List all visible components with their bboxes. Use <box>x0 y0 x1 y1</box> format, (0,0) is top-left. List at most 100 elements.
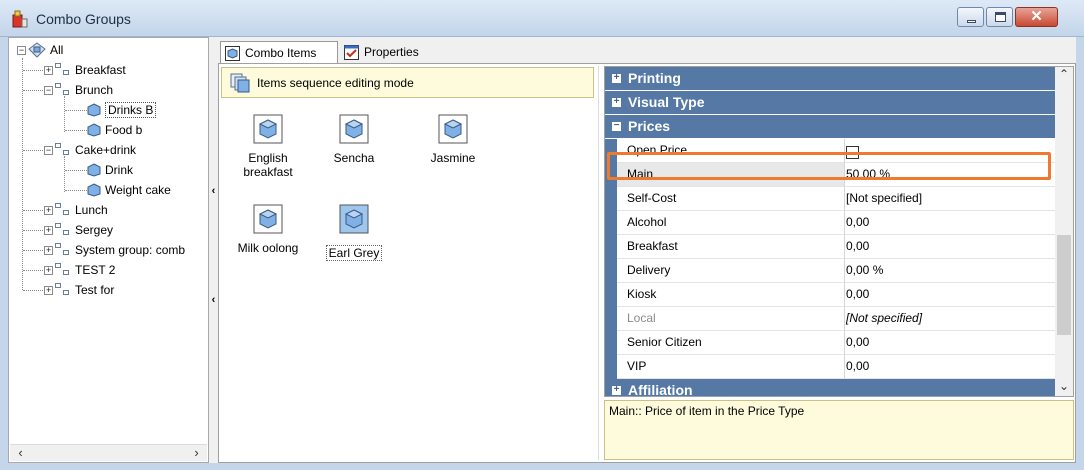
scroll-right-icon[interactable]: › <box>188 445 205 462</box>
group-icon <box>55 83 71 97</box>
category-label: Prices <box>628 118 671 134</box>
group-icon <box>55 283 71 297</box>
category-printing[interactable]: + Printing <box>605 67 1055 91</box>
groups-tree[interactable]: − All + Breakfast − Brunch Drinks B Food… <box>8 37 209 463</box>
app-icon <box>12 10 28 28</box>
expand-icon[interactable]: + <box>612 385 621 395</box>
tree-item-drinks-b[interactable]: Drinks B <box>87 100 157 120</box>
property-name: Breakfast <box>617 235 845 259</box>
collapse-left-icon[interactable]: ‹ <box>209 294 218 306</box>
property-row-breakfast[interactable]: Breakfast 0,00 <box>605 235 1055 259</box>
tree-item-all[interactable]: − All <box>17 40 63 60</box>
scrollbar-thumb[interactable] <box>1057 235 1071 335</box>
property-value[interactable]: 0,00 <box>845 331 1055 355</box>
tree-item-cake-drink[interactable]: − Cake+drink <box>44 140 136 160</box>
property-row-self-cost[interactable]: Self-Cost [Not specified] <box>605 187 1055 211</box>
collapse-icon[interactable]: − <box>44 85 53 95</box>
property-grid[interactable]: + Printing + Visual Type − Prices Open P… <box>604 66 1074 397</box>
combo-item-icon <box>87 183 101 197</box>
properties-icon <box>344 44 359 60</box>
scroll-down-icon[interactable]: ⌄ <box>1055 379 1073 396</box>
tree-item-test-2[interactable]: + TEST 2 <box>44 260 115 280</box>
tree-item-weight-cake[interactable]: Weight cake <box>87 180 171 200</box>
property-name: Self-Cost <box>617 187 845 211</box>
tree-horizontal-scrollbar[interactable]: ‹ › <box>10 444 207 461</box>
pane-splitter[interactable]: ‹ ‹ <box>209 37 218 463</box>
sequence-mode-toggle[interactable]: Items sequence editing mode <box>221 67 594 98</box>
minimize-button[interactable] <box>957 7 984 27</box>
group-icon <box>55 243 71 257</box>
property-value[interactable]: 0,00 % <box>845 259 1055 283</box>
close-button[interactable]: ✕ <box>1015 7 1058 27</box>
expand-icon[interactable]: + <box>44 285 53 295</box>
tree-item-label: Breakfast <box>75 63 126 77</box>
scroll-left-icon[interactable]: ‹ <box>12 445 29 462</box>
category-visual-type[interactable]: + Visual Type <box>605 91 1055 115</box>
tab-properties[interactable]: Properties <box>340 41 440 63</box>
property-name: Local <box>617 307 845 331</box>
group-icon <box>55 143 71 157</box>
tree-item-food-b[interactable]: Food b <box>87 120 142 140</box>
property-value[interactable]: 0,00 <box>845 211 1055 235</box>
tree-item-lunch[interactable]: + Lunch <box>44 200 108 220</box>
scroll-up-icon[interactable]: ⌃ <box>1055 67 1073 84</box>
expand-icon[interactable]: + <box>44 265 53 275</box>
property-name: Senior Citizen <box>617 331 845 355</box>
category-label: Visual Type <box>628 94 705 110</box>
tree-item-sergey[interactable]: + Sergey <box>44 220 113 240</box>
combo-item-sencha[interactable]: Sencha <box>315 114 393 165</box>
collapse-left-icon[interactable]: ‹ <box>209 185 218 197</box>
tree-item-brunch[interactable]: − Brunch <box>44 80 113 100</box>
combo-item-name: Jasmine <box>430 151 476 165</box>
combo-item-milk-oolong[interactable]: Milk oolong <box>229 204 307 255</box>
property-row-local[interactable]: Local [Not specified] <box>605 307 1055 331</box>
combo-item-name-line1: English <box>248 151 288 165</box>
expand-icon[interactable]: + <box>44 65 53 75</box>
property-grid-scrollbar[interactable]: ⌃ ⌄ <box>1055 67 1073 396</box>
collapse-icon[interactable]: − <box>17 45 26 55</box>
tree-item-label: All <box>50 43 64 57</box>
category-prices[interactable]: − Prices <box>605 115 1055 139</box>
combo-item-name-line2: breakfast <box>243 165 293 179</box>
tree-item-drink[interactable]: Drink <box>87 160 133 180</box>
property-value[interactable]: [Not specified] <box>845 187 1055 211</box>
property-row-delivery[interactable]: Delivery 0,00 % <box>605 259 1055 283</box>
property-value[interactable]: 0,00 <box>845 283 1055 307</box>
property-value[interactable]: 0,00 <box>845 235 1055 259</box>
combo-item-jasmine[interactable]: Jasmine <box>414 114 492 165</box>
expand-icon[interactable]: + <box>612 97 621 107</box>
property-row-alcohol[interactable]: Alcohol 0,00 <box>605 211 1055 235</box>
tree-item-label: Drinks B <box>105 102 157 118</box>
property-row-kiosk[interactable]: Kiosk 0,00 <box>605 283 1055 307</box>
tree-item-system-group[interactable]: + System group: comb <box>44 240 185 260</box>
collapse-icon[interactable]: − <box>44 145 53 155</box>
category-affiliation[interactable]: + Affiliation <box>605 379 1055 396</box>
combo-item-icon <box>253 204 283 234</box>
combo-item-english-breakfast[interactable]: English breakfast <box>229 114 307 179</box>
tree-item-label: System group: comb <box>75 243 186 257</box>
sequence-edit-icon <box>230 73 250 92</box>
property-row-vip[interactable]: VIP 0,00 <box>605 355 1055 379</box>
property-value[interactable]: 0,00 <box>845 355 1055 379</box>
property-value[interactable]: [Not specified] <box>845 307 1055 331</box>
tree-item-label: Drink <box>105 163 134 177</box>
panel-splitter[interactable] <box>598 66 602 460</box>
combo-item-icon <box>438 114 468 144</box>
tree-item-label: TEST 2 <box>75 263 116 277</box>
property-name: Kiosk <box>617 283 845 307</box>
combo-item-earl-grey[interactable]: Earl Grey <box>315 204 393 261</box>
expand-icon[interactable]: + <box>44 225 53 235</box>
expand-icon[interactable]: + <box>44 245 53 255</box>
title-bar: Combo Groups ✕ <box>0 0 1084 37</box>
expand-icon[interactable]: + <box>44 205 53 215</box>
expand-icon[interactable]: + <box>612 73 621 83</box>
property-row-senior-citizen[interactable]: Senior Citizen 0,00 <box>605 331 1055 355</box>
collapse-icon[interactable]: − <box>612 121 621 131</box>
tree-item-breakfast[interactable]: + Breakfast <box>44 60 126 80</box>
window-client-area: − All + Breakfast − Brunch Drinks B Food… <box>8 37 1076 463</box>
group-icon <box>55 203 71 217</box>
tree-item-test-for[interactable]: + Test for <box>44 280 114 300</box>
maximize-button[interactable] <box>986 7 1013 27</box>
category-label: Printing <box>628 70 681 86</box>
tab-combo-items[interactable]: Combo Items <box>220 41 338 64</box>
